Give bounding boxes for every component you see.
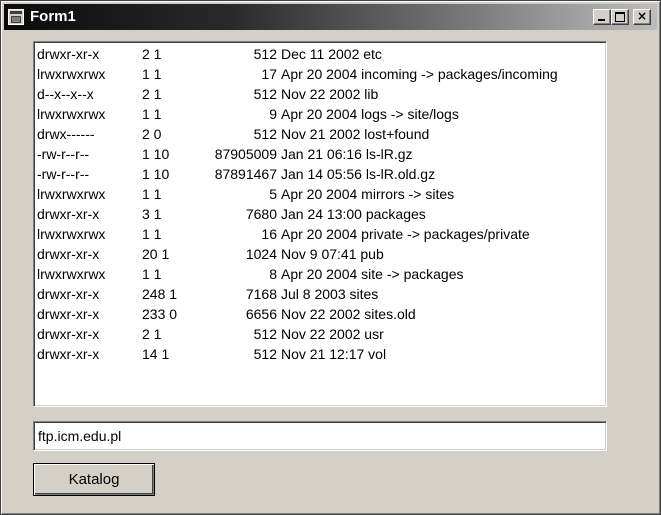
file-size: 8 xyxy=(269,266,277,282)
form-window: Form1 × drwxr-xr-x 2 1 512 Dec 11 2002 etc l… xyxy=(0,0,661,515)
permissions: drwxr-xr-x xyxy=(37,286,100,302)
file-size: 7680 xyxy=(245,206,277,222)
date-and-name: Jan 14 05:56 ls-lR.old.gz xyxy=(281,166,436,182)
file-size: 512 xyxy=(253,326,277,342)
maximize-button[interactable] xyxy=(611,9,629,25)
link-count: 3 1 xyxy=(142,206,162,222)
list-item[interactable]: d--x--x--x 2 1 512 Nov 22 2002 lib xyxy=(37,85,603,103)
list-item[interactable]: lrwxrwxrwx 1 1 17 Apr 20 2004 incoming -> p… xyxy=(37,65,603,83)
link-count: 1 10 xyxy=(142,146,170,162)
link-count: 1 1 xyxy=(142,186,162,202)
minimize-button[interactable] xyxy=(593,9,611,25)
form-icon[interactable] xyxy=(8,9,24,25)
date-and-name: Nov 21 12:17 vol xyxy=(281,346,387,362)
list-item[interactable]: -rw-r--r-- 1 10 87905009 Jan 21 06:16 ls-lR… xyxy=(37,145,603,163)
file-size: 17 xyxy=(261,66,277,82)
link-count: 20 1 xyxy=(142,246,170,262)
date-and-name: Nov 22 2002 usr xyxy=(281,326,384,342)
link-count: 1 1 xyxy=(142,66,162,82)
list-item[interactable]: lrwxrwxrwx 1 1 16 Apr 20 2004 private -> pa… xyxy=(37,225,603,243)
file-size: 87891467 xyxy=(214,166,277,182)
file-size: 1024 xyxy=(245,246,277,262)
directory-listbox[interactable]: drwxr-xr-x 2 1 512 Dec 11 2002 etc lrwxrwxrw… xyxy=(33,41,607,407)
file-size: 512 xyxy=(253,126,277,142)
list-item[interactable]: lrwxrwxrwx 1 1 9 Apr 20 2004 logs -> site/l… xyxy=(37,105,603,123)
date-and-name: Dec 11 2002 etc xyxy=(281,46,382,62)
permissions: drwxr-xr-x xyxy=(37,206,100,222)
link-count: 2 1 xyxy=(142,46,162,62)
date-and-name: Apr 20 2004 site -> packages xyxy=(281,266,464,282)
link-count: 1 1 xyxy=(142,226,162,242)
date-and-name: Jul 8 2003 sites xyxy=(281,286,379,302)
katalog-button[interactable]: Katalog xyxy=(33,463,155,496)
date-and-name: Apr 20 2004 private -> packages/private xyxy=(281,226,530,242)
list-item[interactable]: drwx------ 2 0 512 Nov 21 2002 lost+found xyxy=(37,125,603,143)
link-count: 1 10 xyxy=(142,166,170,182)
title-bar[interactable]: Form1 × xyxy=(4,4,657,30)
file-size: 7168 xyxy=(245,286,277,302)
list-item[interactable]: drwxr-xr-x 2 1 512 Nov 22 2002 usr xyxy=(37,325,603,343)
permissions: lrwxrwxrwx xyxy=(37,226,106,242)
date-and-name: Nov 9 07:41 pub xyxy=(281,246,384,262)
date-and-name: Apr 20 2004 mirrors -> sites xyxy=(281,186,455,202)
link-count: 2 0 xyxy=(142,126,162,142)
file-size: 16 xyxy=(261,226,277,242)
list-item[interactable]: drwxr-xr-x 233 0 6656 Nov 22 2002 sites.old xyxy=(37,305,603,323)
permissions: lrwxrwxrwx xyxy=(37,266,106,282)
permissions: drwxr-xr-x xyxy=(37,306,100,322)
date-and-name: Apr 20 2004 logs -> site/logs xyxy=(281,106,459,122)
list-item[interactable]: drwxr-xr-x 20 1 1024 Nov 9 07:41 pub xyxy=(37,245,603,263)
date-and-name: Jan 24 13:00 packages xyxy=(281,206,426,222)
permissions: drwxr-xr-x xyxy=(37,46,100,62)
list-item[interactable]: -rw-r--r-- 1 10 87891467 Jan 14 05:56 ls-lR… xyxy=(37,165,603,183)
host-input[interactable] xyxy=(33,421,607,451)
list-item[interactable]: drwxr-xr-x 248 1 7168 Jul 8 2003 sites xyxy=(37,285,603,303)
file-size: 512 xyxy=(253,346,277,362)
link-count: 1 1 xyxy=(142,266,162,282)
permissions: lrwxrwxrwx xyxy=(37,186,106,202)
list-item[interactable]: drwxr-xr-x 2 1 512 Dec 11 2002 etc xyxy=(37,45,603,63)
permissions: d--x--x--x xyxy=(37,86,94,102)
date-and-name: Nov 22 2002 lib xyxy=(281,86,379,102)
close-button[interactable]: × xyxy=(633,9,651,25)
list-item[interactable]: lrwxrwxrwx 1 1 5 Apr 20 2004 mirrors -> sit… xyxy=(37,185,603,203)
list-item[interactable]: drwxr-xr-x 3 1 7680 Jan 24 13:00 packages xyxy=(37,205,603,223)
date-and-name: Jan 21 06:16 ls-lR.gz xyxy=(281,146,413,162)
link-count: 2 1 xyxy=(142,86,162,102)
permissions: lrwxrwxrwx xyxy=(37,106,106,122)
file-size: 5 xyxy=(269,186,277,202)
list-item[interactable]: drwxr-xr-x 14 1 512 Nov 21 12:17 vol xyxy=(37,345,603,363)
window-title: Form1 xyxy=(30,8,76,25)
list-item[interactable]: lrwxrwxrwx 1 1 8 Apr 20 2004 site -> packag… xyxy=(37,265,603,283)
date-and-name: Nov 21 2002 lost+found xyxy=(281,126,430,142)
permissions: drwxr-xr-x xyxy=(37,326,100,342)
permissions: lrwxrwxrwx xyxy=(37,66,106,82)
file-size: 87905009 xyxy=(214,146,277,162)
date-and-name: Apr 20 2004 incoming -> packages/incomin… xyxy=(281,66,558,82)
permissions: drwxr-xr-x xyxy=(37,246,100,262)
link-count: 1 1 xyxy=(142,106,162,122)
file-size: 512 xyxy=(253,86,277,102)
file-size: 512 xyxy=(253,46,277,62)
permissions: -rw-r--r-- xyxy=(37,146,90,162)
file-size: 9 xyxy=(269,106,277,122)
permissions: drwx------ xyxy=(37,126,95,142)
date-and-name: Nov 22 2002 sites.old xyxy=(281,306,416,322)
file-size: 6656 xyxy=(245,306,277,322)
permissions: drwxr-xr-x xyxy=(37,346,100,362)
link-count: 2 1 xyxy=(142,326,162,342)
permissions: -rw-r--r-- xyxy=(37,166,90,182)
link-count: 14 1 xyxy=(142,346,170,362)
